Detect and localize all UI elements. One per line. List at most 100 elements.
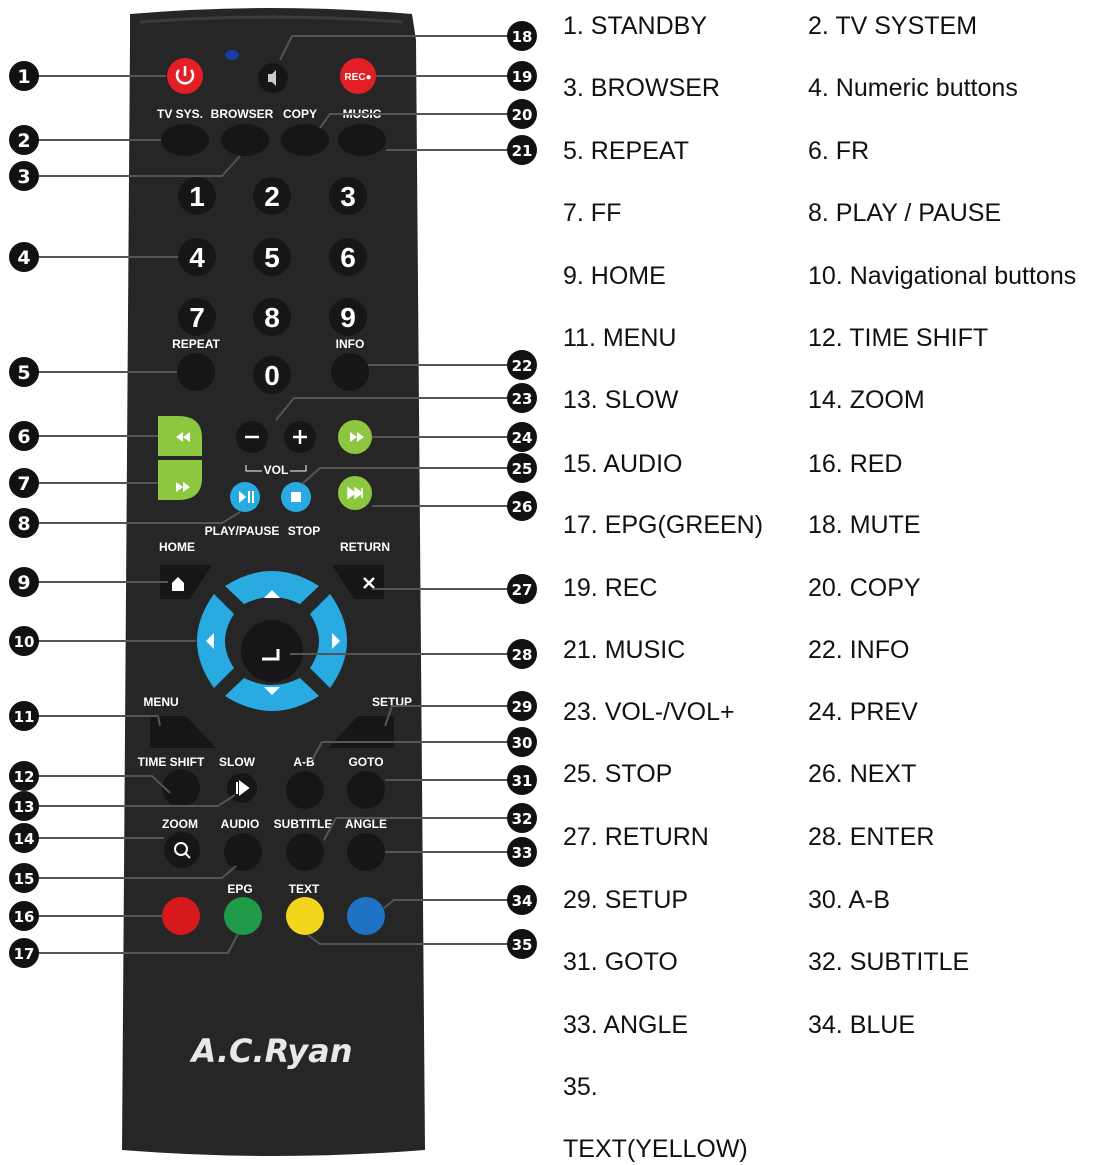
epg-label: EPG <box>227 882 252 896</box>
marker-18-label: 18 <box>512 28 533 46</box>
key-item-24: 24. PREV <box>808 698 918 726</box>
yellow-text-button <box>286 897 324 935</box>
repeat-button <box>177 353 215 391</box>
marker-27-label: 27 <box>512 581 533 599</box>
marker-26-label: 26 <box>512 498 533 516</box>
key-item-35-cont: TEXT(YELLOW) <box>563 1135 748 1163</box>
copy-button <box>281 124 329 156</box>
key-item-25: 25. STOP <box>563 760 673 788</box>
subtitle-button <box>286 833 324 871</box>
power-button <box>167 58 203 94</box>
zoom-label: ZOOM <box>162 817 198 831</box>
ir-window <box>225 50 239 60</box>
marker-32-label: 32 <box>512 810 533 828</box>
rec-label: REC● <box>344 72 371 83</box>
key-item-33: 33. ANGLE <box>563 1011 689 1039</box>
vol-label: VOL <box>264 463 289 477</box>
stop-label: STOP <box>288 524 320 538</box>
marker-3-label: 3 <box>17 166 30 188</box>
marker-22-label: 22 <box>512 357 533 375</box>
key-item-17: 17. EPG(GREEN) <box>563 511 764 539</box>
marker-23-label: 23 <box>512 390 533 408</box>
numeral-9: 9 <box>340 302 356 333</box>
key-item-7: 7. FF <box>563 199 622 227</box>
marker-8-label: 8 <box>17 513 30 535</box>
menu-label: MENU <box>143 695 178 709</box>
numeral-2: 2 <box>264 181 280 212</box>
key-item-14: 14. ZOOM <box>808 386 925 414</box>
marker-24-label: 24 <box>512 429 533 447</box>
red-button <box>162 897 200 935</box>
mute-button <box>258 63 288 93</box>
numeral-8: 8 <box>264 302 280 333</box>
key-item-34: 34. BLUE <box>808 1011 916 1039</box>
a-b-label: A-B <box>293 755 315 769</box>
key-item-27: 27. RETURN <box>563 823 709 851</box>
enter-button <box>241 620 303 682</box>
audio-label: AUDIO <box>221 817 260 831</box>
slow-label: SLOW <box>219 755 256 769</box>
key-item-28: 28. ENTER <box>808 823 935 851</box>
marker-12-label: 12 <box>14 768 35 786</box>
key-item-31: 31. GOTO <box>563 948 678 976</box>
zoom-button <box>164 832 200 868</box>
key-item-18: 18. MUTE <box>808 511 921 539</box>
music-button <box>338 124 386 156</box>
key-item-11: 11. MENU <box>563 324 677 352</box>
numeral-4: 4 <box>189 242 205 273</box>
key-item-22: 22. INFO <box>808 636 910 664</box>
marker-11-label: 11 <box>14 708 35 726</box>
audio-button <box>224 833 262 871</box>
marker-16-label: 16 <box>14 908 35 926</box>
marker-13-label: 13 <box>14 798 35 816</box>
key-item-10: 10. Navigational buttons <box>808 262 1077 290</box>
marker-21-label: 21 <box>512 142 533 160</box>
tv-sys-label: TV SYS. <box>157 107 203 121</box>
marker-33-label: 33 <box>512 844 533 862</box>
return-label: RETURN <box>340 540 390 554</box>
marker-28-label: 28 <box>512 646 533 664</box>
marker-15-label: 15 <box>14 870 35 888</box>
marker-17-label: 17 <box>14 945 35 963</box>
browser-label: BROWSER <box>211 107 274 121</box>
marker-30-label: 30 <box>512 734 533 752</box>
numeral-3: 3 <box>340 181 356 212</box>
marker-6-label: 6 <box>17 426 30 448</box>
numeral-7: 7 <box>189 302 205 333</box>
numeral-1: 1 <box>189 181 205 212</box>
a-b-button <box>286 771 324 809</box>
marker-9-label: 9 <box>17 572 30 594</box>
key-item-30: 30. A-B <box>808 886 890 914</box>
marker-34-label: 34 <box>512 892 533 910</box>
key-item-16: 16. RED <box>808 450 903 478</box>
key-item-12: 12. TIME SHIFT <box>808 324 989 352</box>
marker-19-label: 19 <box>512 68 533 86</box>
key-item-3: 3. BROWSER <box>563 74 720 102</box>
marker-1-label: 1 <box>17 66 30 88</box>
ff-button <box>158 460 202 500</box>
key-item-35: 35. <box>563 1073 598 1101</box>
marker-20-label: 20 <box>512 106 533 124</box>
key-item-13: 13. SLOW <box>563 386 679 414</box>
numeral-0: 0 <box>264 360 280 391</box>
numeral-6: 6 <box>340 242 356 273</box>
info-label: INFO <box>336 337 365 351</box>
key-item-2: 2. TV SYSTEM <box>808 12 978 40</box>
play-pause-label: PLAY/PAUSE <box>205 524 280 538</box>
key-item-15: 15. AUDIO <box>563 450 683 478</box>
key-item-4: 4. Numeric buttons <box>808 74 1018 102</box>
browser-button <box>221 124 269 156</box>
key-item-9: 9. HOME <box>563 262 666 290</box>
epg-green-button <box>224 897 262 935</box>
key-item-1: 1. STANDBY <box>563 12 708 40</box>
copy-label: COPY <box>283 107 317 121</box>
key-item-21: 21. MUSIC <box>563 636 686 664</box>
goto-button <box>347 771 385 809</box>
marker-35-label: 35 <box>512 936 533 954</box>
marker-5-label: 5 <box>17 362 30 384</box>
marker-25-label: 25 <box>512 460 533 478</box>
marker-2-label: 2 <box>17 130 30 152</box>
marker-10-label: 10 <box>14 633 35 651</box>
rec-button: REC● <box>340 58 376 94</box>
key-item-29: 29. SETUP <box>563 886 689 914</box>
